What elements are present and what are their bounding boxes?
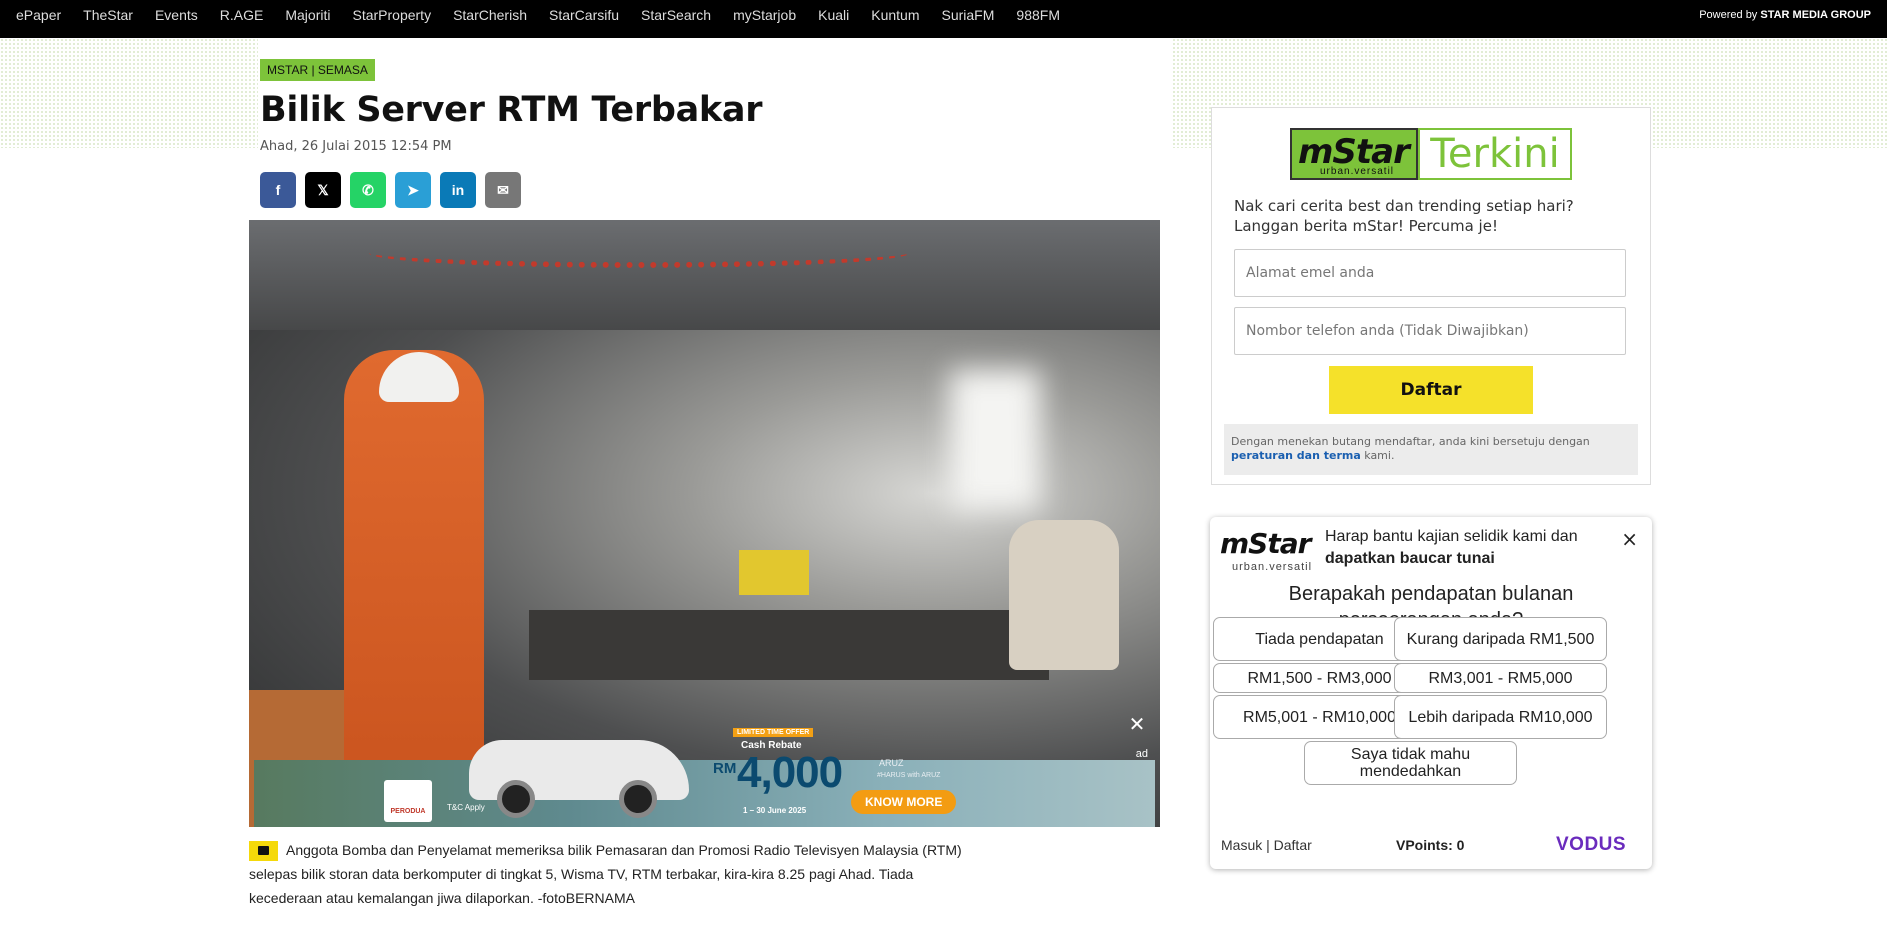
nav-link[interactable]: Events [155, 7, 198, 23]
mstar-terkini-logo: mStar urban.versatil Terkini [1290, 128, 1572, 180]
survey-option[interactable]: RM3,001 - RM5,000 [1394, 663, 1607, 693]
ad-car-wheel [497, 780, 535, 818]
ad-close-icon[interactable]: ✕ [1126, 713, 1148, 735]
ad-dates: 1 – 30 June 2025 [743, 806, 807, 815]
share-x-button[interactable]: 𝕏 [305, 172, 341, 208]
decorative-dot-pattern-left [0, 38, 258, 148]
survey-intro-bold: dapatkan baucar tunai [1325, 550, 1495, 567]
top-navigation-bar: ePaper TheStar Events R.AGE Majoriti StarProp… [0, 0, 1887, 38]
nav-link[interactable]: Kuali [818, 7, 849, 23]
ad-currency: RM [713, 760, 737, 777]
ad-amount: 4,000 [737, 748, 843, 797]
email-icon: ✉ [497, 181, 509, 198]
photo-box [739, 550, 809, 595]
nav-link[interactable]: Kuntum [871, 7, 919, 23]
nav-link[interactable]: myStarjob [733, 7, 796, 23]
photo-garland [369, 238, 909, 268]
survey-login-link[interactable]: Masuk | Daftar [1221, 837, 1312, 853]
survey-intro: Harap bantu kajian selidik kami dan dapa… [1325, 526, 1600, 570]
ad-model-logo: ARUZ [879, 758, 904, 768]
survey-option[interactable]: Saya tidak mahu mendedahkan [1304, 741, 1517, 785]
subscribe-button[interactable]: Daftar [1329, 366, 1533, 414]
powered-by-brand: STAR MEDIA GROUP [1760, 9, 1871, 21]
nav-link[interactable]: StarCherish [453, 7, 527, 23]
nav-link[interactable]: SuriaFM [942, 7, 995, 23]
powered-by-label: Powered by [1699, 9, 1758, 21]
powered-by[interactable]: Powered by STAR MEDIA GROUP [1699, 9, 1871, 21]
share-buttons: f 𝕏 ✆ ➤ in ✉ [260, 172, 521, 208]
photo-firefighter [344, 350, 484, 827]
ad-brand-logo[interactable]: PERODUA [384, 780, 432, 822]
nav-link[interactable]: R.AGE [220, 7, 264, 23]
survey-logo-subtext: urban.versatil [1232, 561, 1313, 573]
ad-car-image[interactable] [469, 710, 699, 820]
share-whatsapp-button[interactable]: ✆ [350, 172, 386, 208]
photo-caption: Anggota Bomba dan Penyelamat memeriksa b… [249, 838, 969, 910]
email-field[interactable] [1234, 249, 1626, 297]
survey-option[interactable]: Lebih daripada RM10,000 [1394, 695, 1607, 739]
ad-offer-badge: LIMITED TIME OFFER [733, 728, 814, 737]
ad-know-more-button[interactable]: KNOW MORE [851, 790, 957, 814]
photo-caption-text: Anggota Bomba dan Penyelamat memeriksa b… [249, 842, 962, 906]
vpoints-counter: VPoints: 0 [1396, 837, 1465, 853]
vodus-logo[interactable]: VODUS [1556, 834, 1626, 856]
telegram-icon: ➤ [407, 181, 419, 198]
section-tag[interactable]: MSTAR | SEMASA [260, 59, 375, 81]
site-links: ePaper TheStar Events R.AGE Majoriti StarProp… [16, 0, 1082, 30]
ad-car-wheel [619, 780, 657, 818]
photo-chair [1009, 520, 1119, 670]
share-linkedin-button[interactable]: in [440, 172, 476, 208]
mstar-logo-mark: mStar urban.versatil [1290, 128, 1418, 180]
linkedin-icon: in [451, 182, 465, 198]
survey-mstar-logo: mStar urban.versatil [1220, 527, 1320, 575]
share-facebook-button[interactable]: f [260, 172, 296, 208]
article-date: Ahad, 26 Julai 2015 12:54 PM [260, 139, 452, 154]
photo-ceiling [249, 220, 1160, 330]
share-email-button[interactable]: ✉ [485, 172, 521, 208]
ad-terms: T&C Apply [447, 803, 485, 812]
ad-label: ad [1135, 748, 1148, 760]
ad-tagline: #HARUS with ARUZ [877, 772, 941, 779]
nav-link[interactable]: StarCarsifu [549, 7, 619, 23]
article-headline: Bilik Server RTM Terbakar [260, 90, 763, 130]
nav-link[interactable]: Majoriti [285, 7, 330, 23]
terkini-logo-text: Terkini [1418, 128, 1572, 180]
nav-link[interactable]: StarProperty [352, 7, 431, 23]
facebook-icon: f [275, 182, 281, 198]
terms-notice: Dengan menekan butang mendaftar, anda ki… [1224, 424, 1638, 475]
survey-intro-text: Harap bantu kajian selidik kami dan [1325, 528, 1578, 545]
terms-text-pre: Dengan menekan butang mendaftar, anda ki… [1231, 435, 1590, 448]
whatsapp-icon: ✆ [362, 181, 374, 198]
nav-link[interactable]: 988FM [1016, 7, 1060, 23]
newsletter-intro: Nak cari cerita best dan trending setiap… [1234, 197, 1574, 235]
nav-link[interactable]: ePaper [16, 7, 61, 23]
terms-link[interactable]: peraturan dan terma [1231, 449, 1361, 462]
nav-link[interactable]: StarSearch [641, 7, 711, 23]
share-telegram-button[interactable]: ➤ [395, 172, 431, 208]
phone-field[interactable] [1234, 307, 1626, 355]
image-icon [249, 841, 278, 862]
terms-text-post: kami. [1364, 449, 1395, 462]
survey-option[interactable]: Kurang daripada RM1,500 [1394, 617, 1607, 661]
close-icon[interactable]: × [1621, 527, 1638, 551]
survey-logo-text: mStar [1220, 527, 1311, 560]
nav-link[interactable]: TheStar [83, 7, 133, 23]
x-icon: 𝕏 [317, 181, 329, 198]
photo-desk [529, 610, 1049, 680]
survey-widget: mStar urban.versatil Harap bantu kajian … [1210, 517, 1652, 869]
newsletter-signup: mStar urban.versatil Terkini Nak cari ce… [1211, 107, 1651, 485]
article-photo: PERODUA T&C Apply LIMITED TIME OFFER Cas… [249, 220, 1160, 827]
photo-window-light [950, 370, 1040, 510]
mstar-logo-subtext: urban.versatil [1320, 166, 1395, 177]
